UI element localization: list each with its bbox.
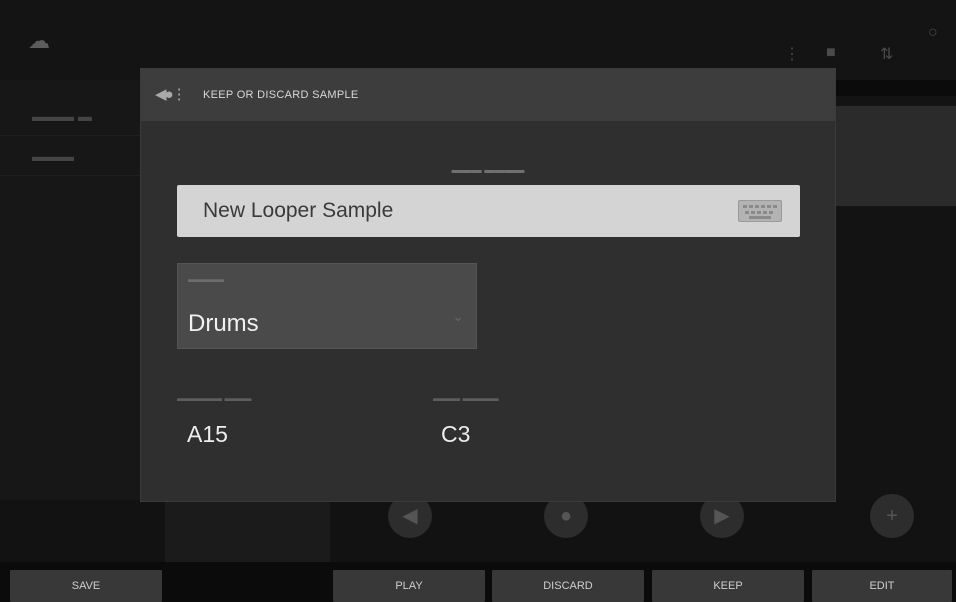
category-caption: ▬▬▬▬	[188, 274, 224, 284]
background-icon: ⋮	[784, 46, 800, 63]
add-icon: +	[870, 494, 914, 538]
root-note-value[interactable]: C3	[441, 421, 470, 448]
app-logo-icon: ☁	[28, 28, 50, 53]
sample-name-field[interactable]: New Looper Sample	[177, 185, 800, 237]
function-bar: SAVE PLAY DISCARD KEEP EDIT	[0, 570, 956, 602]
root-note-label: ▬▬▬ ▬▬▬▬	[433, 393, 499, 403]
sample-name-value: New Looper Sample	[203, 199, 394, 222]
background-icon: ○	[928, 24, 938, 41]
name-field-caption: ▬▬▬ ▬▬▬▬	[451, 165, 525, 176]
keep-discard-dialog: ◀●⋮ KEEP OR DISCARD SAMPLE ▬▬▬ ▬▬▬▬ New …	[140, 68, 836, 502]
assign-label: ▬▬▬▬▬ ▬▬▬	[177, 393, 252, 403]
background-icon: ⇅	[880, 46, 894, 63]
keyboard-icon[interactable]	[738, 200, 782, 222]
sample-waveform-icon: ◀●⋮	[155, 86, 187, 103]
discard-button[interactable]: DISCARD	[492, 570, 644, 602]
background-icon: ■	[826, 44, 836, 61]
chevron-down-icon: ⌄	[452, 308, 464, 324]
dialog-header: ◀●⋮ KEEP OR DISCARD SAMPLE	[141, 69, 835, 121]
background-transport-area	[0, 500, 956, 562]
save-button[interactable]: SAVE	[10, 570, 162, 602]
category-value: Drums	[188, 310, 259, 337]
category-select[interactable]: ▬▬▬▬ Drums ⌄	[177, 263, 477, 349]
edit-button[interactable]: EDIT	[812, 570, 952, 602]
keep-button[interactable]: KEEP	[652, 570, 804, 602]
dialog-title: KEEP OR DISCARD SAMPLE	[203, 89, 359, 101]
background-left-panel: ▬▬▬ ▬ ▬▬▬	[0, 80, 140, 510]
background-right-panel	[836, 96, 956, 510]
assign-value[interactable]: A15	[187, 421, 228, 448]
play-button[interactable]: PLAY	[333, 570, 485, 602]
